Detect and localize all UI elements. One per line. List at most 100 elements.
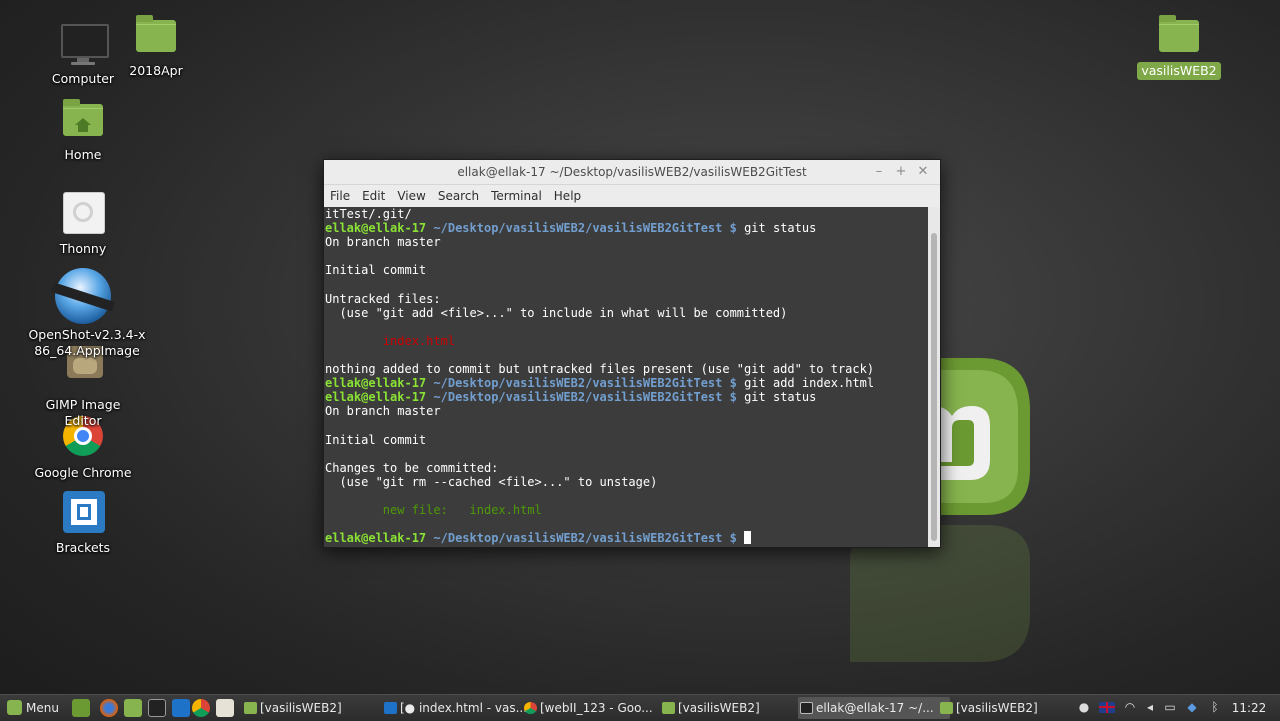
terminal-output[interactable]: itTest/.git/ ellak@ellak-17 ~/Desktop/va…	[324, 207, 928, 547]
battery-icon[interactable]: ▭	[1162, 699, 1178, 715]
output-line: Initial commit	[325, 432, 427, 447]
scrollbar-thumb[interactable]	[931, 233, 937, 541]
desktop-icon-vasilisweb2[interactable]: vasilisWEB2	[1119, 12, 1239, 80]
terminal-icon[interactable]	[148, 699, 166, 717]
text-editor-icon[interactable]	[216, 699, 234, 717]
desktop-icon-home[interactable]: Home	[23, 96, 143, 164]
openshot-icon	[51, 268, 115, 324]
desktop-icon-brackets[interactable]: Brackets	[23, 489, 143, 557]
folder-icon	[244, 702, 257, 714]
bluetooth-icon[interactable]: ᛒ	[1207, 699, 1223, 715]
output-line: (use "git rm --cached <file>..." to unst…	[325, 474, 658, 489]
text-cursor	[744, 531, 752, 545]
shield-icon[interactable]: ◆	[1184, 699, 1200, 715]
task-vasilisweb2-3[interactable]: [vasilisWEB2]	[938, 697, 1086, 719]
prompt-symbol: $	[729, 221, 737, 236]
prompt-user: ellak@ellak-17	[325, 390, 427, 405]
command-text: git status	[744, 221, 817, 236]
volume-icon[interactable]: ◂	[1142, 699, 1158, 715]
close-button[interactable]: ✕	[914, 163, 932, 181]
menu-view[interactable]: View	[391, 185, 431, 203]
vscode-icon	[384, 702, 397, 714]
scrollbar[interactable]	[928, 207, 940, 547]
clock[interactable]: 11:22	[1229, 697, 1269, 719]
show-desktop-icon[interactable]	[72, 699, 90, 717]
home-folder-icon	[59, 96, 107, 144]
chrome-launcher-icon[interactable]	[192, 699, 210, 717]
output-line: Initial commit	[325, 263, 427, 278]
desktop-icon-label: Brackets	[55, 540, 111, 555]
menu-edit[interactable]: Edit	[356, 185, 391, 203]
user-icon[interactable]: ●	[1076, 699, 1092, 715]
menu-button[interactable]: Menu	[4, 697, 66, 719]
desktop-icon-openshot[interactable]: OpenShot-v2.3.4-x86_64.AppImage	[23, 268, 146, 360]
prompt-path: ~/Desktop/vasilisWEB2/vasilisWEB2GitTest	[433, 390, 723, 405]
desktop-icon-label: vasilisWEB2	[1137, 62, 1221, 80]
prompt-line: ellak@ellak-17 ~/Desktop/vasilisWEB2/vas…	[325, 376, 928, 390]
output-line: Changes to be committed:	[325, 460, 499, 475]
menu-bar: File Edit View Search Terminal Help	[324, 185, 940, 208]
task-label: [webII_123 - Goo...	[540, 701, 653, 715]
terminal-window[interactable]: ellak@ellak-17 ~/Desktop/vasilisWEB2/vas…	[323, 159, 941, 548]
taskbar: Menu [vasilisWEB2] [● index.html - vas..…	[0, 694, 1280, 721]
staged-label: new file:	[382, 502, 448, 517]
folder-icon	[1155, 12, 1203, 60]
desktop-icon-2018apr[interactable]: 2018Apr	[96, 12, 216, 80]
command-text: git status	[744, 390, 817, 405]
output-line: Untracked files:	[325, 291, 441, 306]
thonny-icon	[59, 190, 107, 238]
untracked-file-line: index.html	[325, 334, 928, 348]
menu-terminal[interactable]: Terminal	[485, 185, 548, 203]
desktop-icon-label: Google Chrome	[34, 465, 132, 480]
prompt-line: ellak@ellak-17 ~/Desktop/vasilisWEB2/vas…	[325, 390, 928, 404]
task-terminal[interactable]: ellak@ellak-17 ~/...	[798, 697, 950, 719]
desktop-icon-label: GIMP Image Editor	[45, 397, 121, 428]
folder-icon	[662, 702, 675, 714]
window-title: ellak@ellak-17 ~/Desktop/vasilisWEB2/vas…	[457, 165, 807, 179]
prompt-symbol: $	[729, 531, 737, 546]
menu-file[interactable]: File	[324, 185, 356, 203]
output-line: itTest/.git/	[325, 207, 412, 221]
mint-menu-icon	[7, 700, 22, 715]
prompt-path: ~/Desktop/vasilisWEB2/vasilisWEB2GitTest	[433, 376, 723, 391]
prompt-symbol: $	[729, 390, 737, 405]
task-vscode[interactable]: [● index.html - vas...	[382, 697, 534, 719]
desktop-icon-label: Home	[64, 147, 102, 162]
desktop-icon-thonny[interactable]: Thonny	[23, 190, 143, 258]
output-line: On branch master	[325, 235, 441, 250]
task-chrome[interactable]: [webII_123 - Goo...	[522, 697, 674, 719]
untracked-file: index.html	[382, 333, 456, 348]
staged-file-line: new file: index.html	[325, 503, 928, 517]
task-vasilisweb2-2[interactable]: [vasilisWEB2]	[660, 697, 812, 719]
brackets-icon	[59, 489, 107, 537]
vscode-icon[interactable]	[172, 699, 190, 717]
minimize-button[interactable]: –	[870, 163, 888, 181]
task-vasilisweb2-1[interactable]: [vasilisWEB2]	[242, 697, 394, 719]
files-icon[interactable]	[124, 699, 142, 717]
task-label: [vasilisWEB2]	[956, 701, 1038, 715]
uk-flag-icon[interactable]	[1099, 702, 1115, 713]
task-label: [vasilisWEB2]	[678, 701, 760, 715]
task-label: [vasilisWEB2]	[260, 701, 342, 715]
maximize-button[interactable]: +	[892, 163, 910, 181]
menu-label: Menu	[26, 701, 59, 715]
wifi-icon[interactable]: ◠	[1122, 699, 1138, 715]
title-bar[interactable]: ellak@ellak-17 ~/Desktop/vasilisWEB2/vas…	[324, 160, 940, 185]
output-line: On branch master	[325, 404, 441, 419]
prompt-line-current: ellak@ellak-17 ~/Desktop/vasilisWEB2/vas…	[325, 531, 928, 545]
prompt-symbol: $	[729, 376, 737, 391]
desktop-icon-label: OpenShot-v2.3.4-x86_64.AppImage	[28, 327, 146, 358]
firefox-icon[interactable]	[100, 699, 118, 717]
menu-search[interactable]: Search	[432, 185, 485, 203]
menu-help[interactable]: Help	[548, 185, 587, 203]
task-label: [● index.html - vas...	[400, 701, 528, 715]
command-text: git add index.html	[744, 376, 875, 391]
desktop-icon-label: Thonny	[59, 241, 107, 256]
